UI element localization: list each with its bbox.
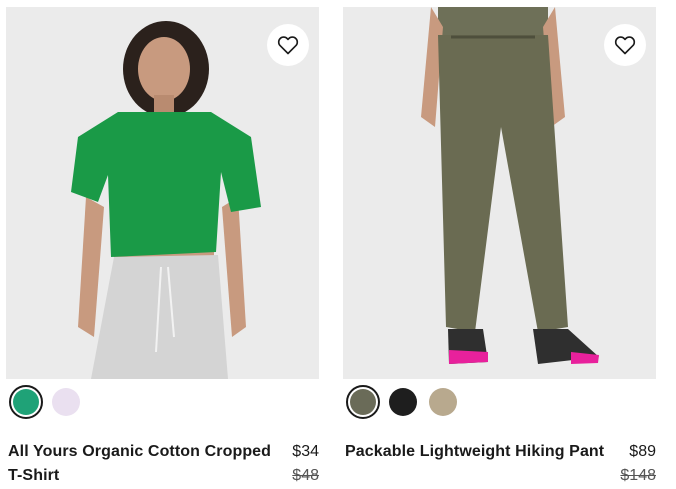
color-swatch[interactable] [426, 385, 460, 419]
product-image[interactable] [6, 7, 319, 379]
sale-price: $89 [629, 443, 656, 460]
wishlist-button[interactable] [604, 24, 646, 66]
original-price: $48 [292, 467, 319, 484]
color-swatch[interactable] [49, 385, 83, 419]
original-price: $148 [620, 467, 656, 484]
color-swatch[interactable] [9, 385, 43, 419]
product-price: $34 $48 [292, 440, 319, 488]
product-card[interactable]: All Yours Organic Cotton Cropped T-Shirt… [6, 0, 320, 489]
product-photo-pant [343, 7, 656, 379]
heart-outline-icon [614, 36, 636, 55]
product-price: $89 $148 [620, 440, 656, 488]
color-swatch[interactable] [386, 385, 420, 419]
color-swatches [346, 385, 460, 419]
product-name[interactable]: All Yours Organic Cotton Cropped T-Shirt [8, 440, 273, 488]
color-swatch[interactable] [346, 385, 380, 419]
product-photo-tshirt [6, 7, 319, 379]
product-card[interactable]: Packable Lightweight Hiking Pant $89 $14… [343, 0, 657, 489]
wishlist-button[interactable] [267, 24, 309, 66]
sale-price: $34 [292, 443, 319, 460]
product-image[interactable] [343, 7, 656, 379]
product-name[interactable]: Packable Lightweight Hiking Pant [345, 440, 610, 464]
color-swatches [9, 385, 83, 419]
heart-outline-icon [277, 36, 299, 55]
